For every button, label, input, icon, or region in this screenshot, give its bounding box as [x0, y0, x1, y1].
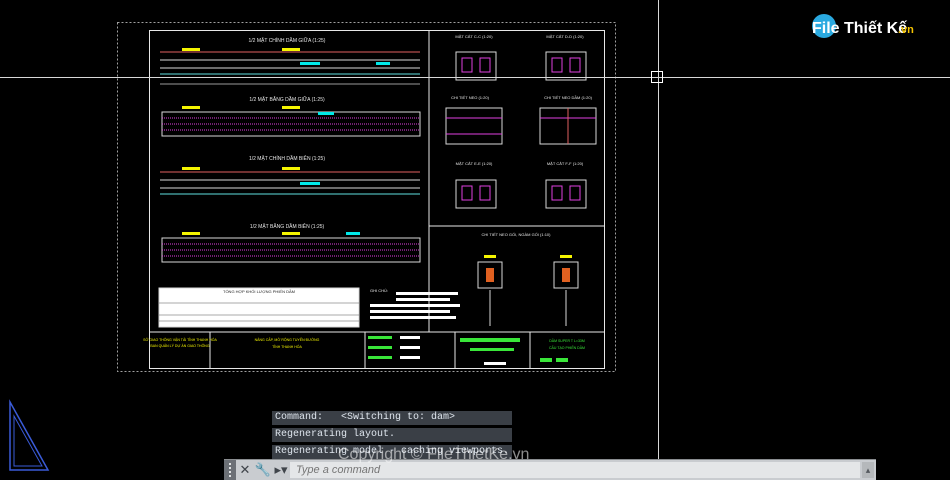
svg-text:DẦM SUPER T L=33M: DẦM SUPER T L=33M [549, 339, 585, 343]
title-block: SỞ GIAO THÔNG VẬN TẢI TỈNH THANH HÓA BAN… [143, 332, 585, 368]
command-history-line: Regenerating layout. [272, 428, 513, 442]
svg-text:MẶT CẮT C-C (1:20): MẶT CẮT C-C (1:20) [455, 34, 493, 39]
chevron-up-icon[interactable]: ▴ [862, 462, 874, 478]
notes: GHI CHÚ: [370, 288, 460, 319]
svg-text:CẤU TẠO PHIẾN DẦM: CẤU TẠO PHIẾN DẦM [549, 345, 585, 350]
svg-text:CHI TIẾT NEO DẦM (1:20): CHI TIẾT NEO DẦM (1:20) [544, 95, 593, 100]
view-title-1: 1/2 MẶT CHÍNH DẦM GIỮA (1:25) [249, 37, 326, 44]
view-title-2: 1/2 MẶT BẰNG DẦM GIỮA (1:25) [249, 95, 325, 103]
command-input[interactable] [290, 462, 860, 478]
close-icon[interactable]: ✕ [236, 460, 254, 480]
quantity-table: TỔNG HỢP KHỐI LƯỢNG PHIẾN DẦM [158, 287, 360, 328]
svg-text:MẶT CẮT E-E (1:20): MẶT CẮT E-E (1:20) [456, 161, 493, 166]
view-title-4: 1/2 MẶT BẰNG DẦM BIÊN (1:25) [250, 222, 325, 230]
svg-text:MẶT CẮT F-F (1:20): MẶT CẮT F-F (1:20) [547, 161, 584, 166]
command-bar: ✕ 🔧 ▸▾ ▴ [224, 459, 876, 480]
drag-handle[interactable] [224, 460, 236, 480]
watermark-logo: File Thiết Kế .vn [812, 14, 914, 38]
crosshair-horizontal [0, 77, 950, 78]
command-prompt-icon[interactable]: ▸▾ [272, 460, 290, 480]
command-history-line: Command: <Switching to: dam> [272, 411, 513, 425]
svg-text:TỔNG HỢP KHỐI LƯỢNG PHIẾN DẦM: TỔNG HỢP KHỐI LƯỢNG PHIẾN DẦM [223, 289, 295, 294]
svg-text:NÂNG CẤP, MỞ RỘNG TUYẾN ĐƯỜNG: NÂNG CẤP, MỞ RỘNG TUYẾN ĐƯỜNG [255, 337, 320, 342]
logo-text: File Thiết Kế [812, 20, 907, 37]
view-title-3: 1/2 MẶT CHÍNH DẦM BIÊN (1:25) [249, 154, 325, 162]
drawing-canvas[interactable]: 1/2 MẶT CHÍNH DẦM GIỮA (1:25) 1/2 MẶT BẰ… [0, 0, 950, 480]
ucs-icon [9, 399, 50, 471]
svg-text:GHI CHÚ:: GHI CHÚ: [370, 288, 388, 293]
svg-text:TỈNH THANH HÓA: TỈNH THANH HÓA [272, 344, 302, 349]
copyright-watermark: Copyright © FileThietKe.vn [338, 446, 530, 463]
pickbox-cursor [651, 71, 663, 83]
svg-text:.vn: .vn [898, 24, 914, 36]
beam-views: 1/2 MẶT CHÍNH DẦM GIỮA (1:25) 1/2 MẶT BẰ… [160, 37, 421, 263]
wrench-icon[interactable]: 🔧 [254, 460, 272, 480]
svg-text:CHI TIẾT NEO (1:20): CHI TIẾT NEO (1:20) [451, 95, 490, 100]
svg-text:SỞ GIAO THÔNG VẬN TẢI TỈNH THA: SỞ GIAO THÔNG VẬN TẢI TỈNH THANH HÓA [143, 337, 217, 342]
svg-text:MẶT CẮT D-D (1:20): MẶT CẮT D-D (1:20) [546, 34, 584, 39]
svg-text:CHI TIẾT NEO GỐI, NGÀM GỐI (1:: CHI TIẾT NEO GỐI, NGÀM GỐI (1:10) [482, 232, 552, 237]
svg-text:BAN QUẢN LÝ DỰ ÁN GIAO THÔNG: BAN QUẢN LÝ DỰ ÁN GIAO THÔNG [150, 343, 209, 348]
